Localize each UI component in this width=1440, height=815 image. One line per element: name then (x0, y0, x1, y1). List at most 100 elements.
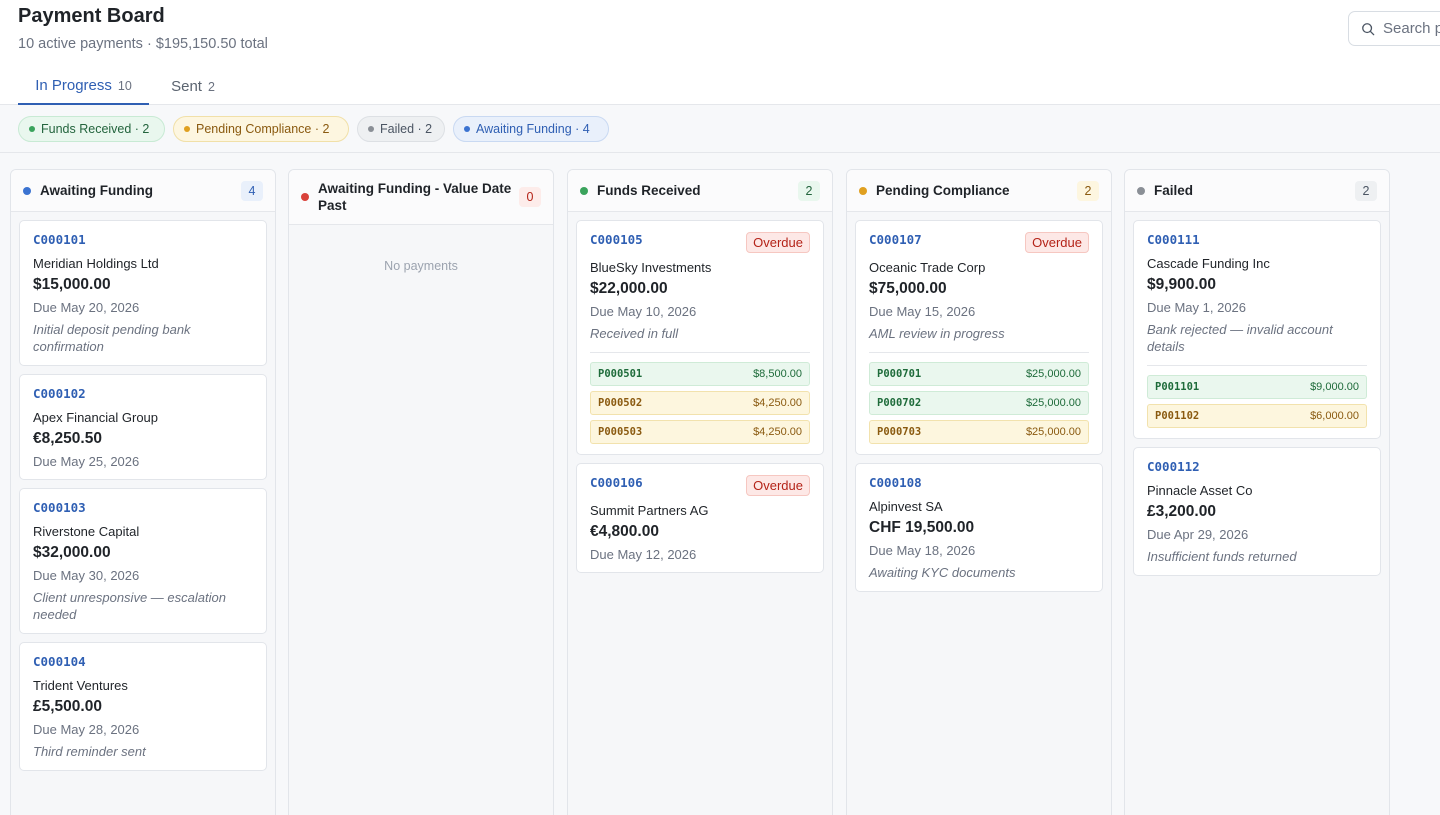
payment-note: Awaiting KYC documents (869, 565, 1016, 580)
column-count: 2 (1355, 180, 1377, 201)
status-dot-icon (580, 186, 588, 195)
tab-bar: In Progress 10 Sent 2 (0, 68, 1440, 105)
payment-id: C000107 (869, 232, 922, 247)
payment-card[interactable]: C000102 Apex Financial Group €8,250.50 D… (19, 374, 267, 480)
column-header: Failed 2 (1125, 170, 1389, 212)
payment-card[interactable]: C000104 Trident Ventures £5,500.00 Due M… (19, 642, 267, 771)
sub-payment-row[interactable]: P000503 $4,250.00 (590, 420, 810, 444)
payment-note: Received in full (590, 326, 679, 341)
sub-payment-amount: $25,000.00 (1025, 426, 1081, 438)
sub-payment-amount: $8,500.00 (753, 368, 802, 380)
tab-count: 10 (117, 78, 132, 93)
payment-note: AML review in progress (869, 326, 1005, 341)
payment-card[interactable]: C000103 Riverstone Capital $32,000.00 Du… (19, 488, 267, 634)
sub-payment-list: P000501 $8,500.00 P000502 $4,250.00 P00050… (590, 352, 810, 444)
sub-payment-amount: $4,250.00 (753, 426, 802, 438)
payment-id: C000111 (1147, 232, 1200, 247)
page-header: Payment Board 10 active payments · $195,… (0, 0, 1440, 62)
payment-card[interactable]: C000105 Overdue BlueSky Investments $22,… (576, 220, 824, 455)
due-date: Due May 10, 2026 (590, 304, 697, 319)
kanban-board: Awaiting Funding 4 C000101 Meridian Hold… (0, 153, 1440, 815)
due-date: Due May 30, 2026 (33, 568, 140, 583)
column-count: 2 (798, 180, 820, 201)
client-name: Riverstone Capital (33, 524, 140, 539)
chip-label: Awaiting Funding · 4 (476, 122, 590, 136)
tab-sent[interactable]: Sent 2 (156, 68, 230, 105)
overdue-badge: Overdue (746, 232, 810, 253)
payment-amount: $32,000.00 (33, 544, 111, 561)
payment-card[interactable]: C000108 Alpinvest SA CHF 19,500.00 Due M… (855, 463, 1103, 592)
column-pending-compliance: Pending Compliance 2 C000107 Overdue Oce… (846, 169, 1112, 815)
client-name: Oceanic Trade Corp (869, 260, 986, 275)
sub-payment-row[interactable]: P000501 $8,500.00 (590, 362, 810, 386)
filter-chip-pending-compliance[interactable]: Pending Compliance · 2 (173, 116, 349, 142)
due-date: Due May 28, 2026 (33, 722, 140, 737)
filter-chip-funds-received[interactable]: Funds Received · 2 (18, 116, 165, 142)
client-name: Trident Ventures (33, 678, 128, 693)
due-date: Due May 1, 2026 (1147, 300, 1247, 315)
payment-amount: €8,250.50 (33, 430, 102, 447)
payment-amount: $22,000.00 (590, 280, 668, 297)
client-name: Summit Partners AG (590, 503, 709, 518)
status-dot-icon (859, 186, 867, 195)
sub-payment-id: P000503 (598, 426, 643, 438)
due-date: Due May 20, 2026 (33, 300, 140, 315)
column-title: Awaiting Funding (40, 183, 153, 198)
payment-amount: £5,500.00 (33, 698, 102, 715)
filter-bar: Funds Received · 2 Pending Compliance · … (0, 105, 1440, 153)
search-input[interactable] (1383, 20, 1440, 37)
due-date: Due May 15, 2026 (869, 304, 976, 319)
payment-note: Client unresponsive — escalation needed (33, 590, 226, 622)
sub-payment-amount: $25,000.00 (1025, 397, 1081, 409)
payment-note: Initial deposit pending bank confirmatio… (33, 322, 191, 354)
payment-id: C000102 (33, 386, 86, 401)
filter-chip-failed[interactable]: Failed · 2 (357, 116, 445, 142)
client-name: Apex Financial Group (33, 410, 159, 425)
payment-note: Insufficient funds returned (1147, 549, 1297, 564)
sub-payment-amount: $4,250.00 (753, 397, 802, 409)
payment-note: Third reminder sent (33, 744, 146, 759)
status-dot-icon (23, 186, 31, 195)
sub-payment-row[interactable]: P000502 $4,250.00 (590, 391, 810, 415)
client-name: BlueSky Investments (590, 260, 712, 275)
column-header: Awaiting Funding - Value Date Past 0 (289, 170, 553, 225)
payment-id: C000105 (590, 232, 643, 247)
tab-label: Sent (171, 78, 202, 95)
column-funds-received: Funds Received 2 C000105 Overdue BlueSky… (567, 169, 833, 815)
search-box[interactable] (1348, 11, 1440, 46)
tab-in-progress[interactable]: In Progress 10 (18, 68, 149, 105)
payment-card[interactable]: C000111 Cascade Funding Inc $9,900.00 Du… (1133, 220, 1381, 439)
payment-note: Bank rejected — invalid account details (1147, 322, 1333, 354)
search-icon (1362, 22, 1375, 35)
chip-label: Funds Received · 2 (41, 122, 150, 136)
column-awaiting-funding-value-date-past: Awaiting Funding - Value Date Past 0 No … (288, 169, 554, 815)
due-date: Due May 25, 2026 (33, 454, 140, 469)
payment-card[interactable]: C000107 Overdue Oceanic Trade Corp $75,0… (855, 220, 1103, 455)
sub-payment-row[interactable]: P000701 $25,000.00 (869, 362, 1089, 386)
sub-payment-amount: $9,000.00 (1310, 381, 1359, 393)
sub-payment-id: P000502 (598, 397, 643, 409)
status-dot-icon (301, 193, 309, 201)
payment-card[interactable]: C000112 Pinnacle Asset Co £3,200.00 Due … (1133, 447, 1381, 576)
column-awaiting-funding: Awaiting Funding 4 C000101 Meridian Hold… (10, 169, 276, 815)
tab-label: In Progress (35, 77, 112, 94)
column-title: Awaiting Funding - Value Date Past (318, 181, 512, 213)
column-title: Failed (1154, 183, 1194, 198)
sub-payment-row[interactable]: P001101 $9,000.00 (1147, 375, 1367, 399)
payment-amount: $75,000.00 (869, 280, 947, 297)
status-dot-icon (1137, 186, 1145, 195)
sub-payment-row[interactable]: P000703 $25,000.00 (869, 420, 1089, 444)
column-title: Pending Compliance (876, 183, 1010, 198)
sub-payment-list: P000701 $25,000.00 P000702 $25,000.00 P000… (869, 352, 1089, 444)
sub-payment-row[interactable]: P001102 $6,000.00 (1147, 404, 1367, 428)
sub-payment-list: P001101 $9,000.00 P001102 $6,000.00 (1147, 365, 1367, 428)
filter-chip-awaiting-funding[interactable]: Awaiting Funding · 4 (453, 116, 609, 142)
sub-payment-id: P000702 (877, 397, 922, 409)
due-date: Due May 18, 2026 (869, 543, 976, 558)
payment-card[interactable]: C000106 Overdue Summit Partners AG €4,80… (576, 463, 824, 573)
chip-label: Pending Compliance · 2 (196, 122, 330, 136)
sub-payment-row[interactable]: P000702 $25,000.00 (869, 391, 1089, 415)
payment-card[interactable]: C000101 Meridian Holdings Ltd $15,000.00… (19, 220, 267, 366)
payment-amount: $15,000.00 (33, 276, 111, 293)
empty-state: No payments (384, 259, 458, 273)
